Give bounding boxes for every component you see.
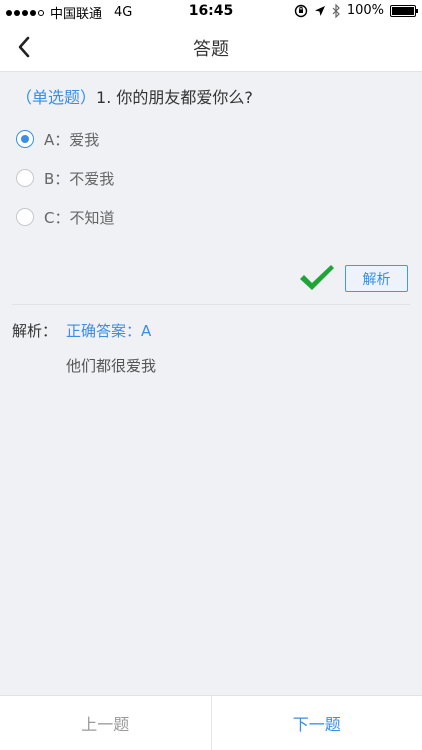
- divider: [12, 304, 410, 305]
- radio-icon[interactable]: [16, 208, 34, 226]
- status-right: 100%: [294, 3, 418, 18]
- question-text: 1. 你的朋友都爱你么?: [96, 88, 253, 107]
- location-arrow-icon: [314, 5, 325, 16]
- analysis-label: 解析：: [12, 322, 58, 340]
- checkmark-icon: [300, 265, 334, 290]
- orientation-lock-icon: [294, 4, 308, 17]
- radio-selected-icon[interactable]: [16, 130, 34, 148]
- option-c-label: C：不知道: [44, 208, 115, 227]
- bluetooth-icon: [332, 3, 340, 18]
- battery-percent: 100%: [346, 3, 384, 18]
- option-a-label: A：爱我: [44, 130, 100, 149]
- page-title: 答题: [193, 39, 229, 60]
- radio-icon[interactable]: [16, 169, 34, 187]
- option-c[interactable]: C：不知道: [16, 204, 114, 230]
- correct-answer: 正确答案：A: [66, 322, 152, 340]
- option-b[interactable]: B：不爱我: [16, 165, 114, 191]
- next-question-button[interactable]: 下一题: [212, 696, 422, 750]
- analysis-button[interactable]: 解析: [345, 265, 408, 292]
- bottom-bar: 上一题 下一题: [0, 695, 422, 750]
- battery-icon: [390, 4, 418, 17]
- analysis-explanation: 他们都很爱我: [66, 357, 157, 375]
- option-b-label: B：不爱我: [44, 169, 115, 188]
- nav-bar: 答题: [0, 22, 422, 72]
- chevron-left-icon: [18, 36, 30, 58]
- back-button[interactable]: [10, 33, 38, 61]
- question-type-tag: （单选题）: [16, 88, 97, 107]
- question-title: （单选题）1. 你的朋友都爱你么?: [16, 84, 253, 108]
- status-bar: 中国联通 4G 16:45 100%: [0, 0, 422, 22]
- option-a[interactable]: A：爱我: [16, 126, 99, 152]
- prev-question-button[interactable]: 上一题: [0, 696, 212, 750]
